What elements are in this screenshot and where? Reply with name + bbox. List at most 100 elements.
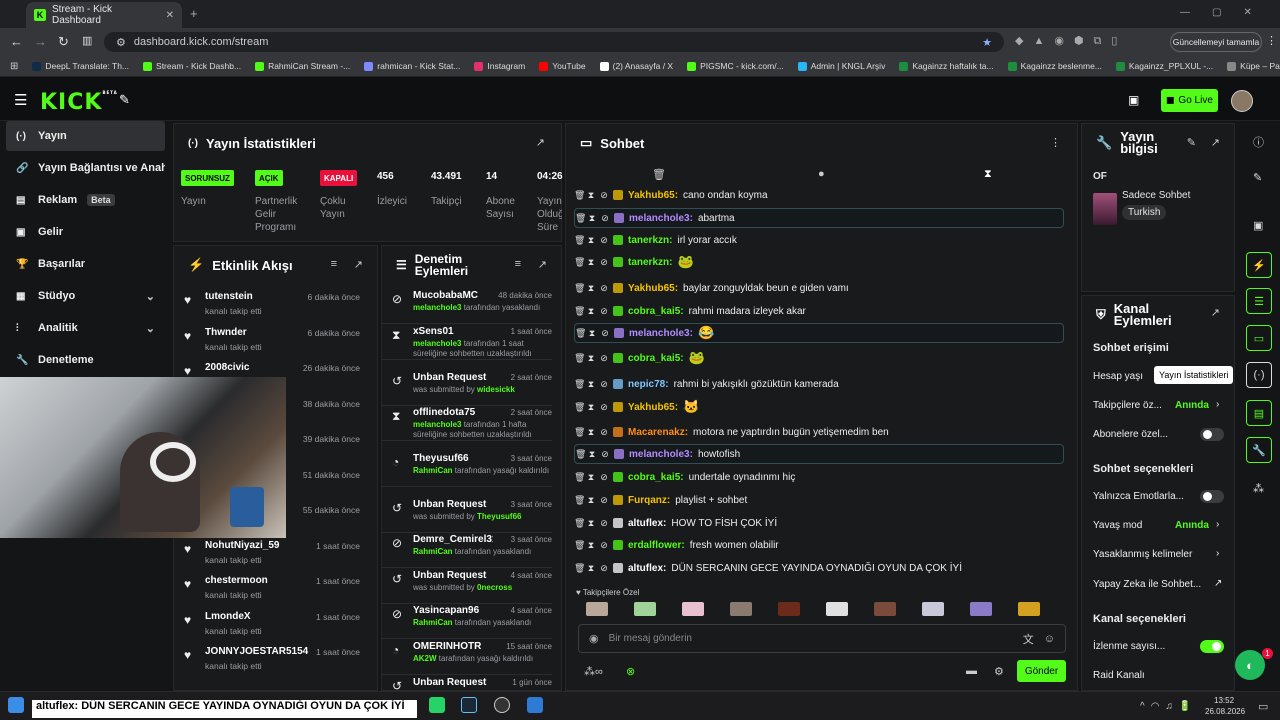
chat-message[interactable]: 🗑 ⧗ ⊘ tanerkzn: 🐸 <box>574 252 1064 272</box>
rail-moderation-button[interactable]: ☰ <box>1246 288 1272 314</box>
activity-username[interactable]: chestermoon <box>205 575 268 586</box>
followers-only-setting[interactable]: Takipçilere öz... <box>1093 400 1162 411</box>
timeout-icon[interactable]: ⧗ <box>587 541 595 550</box>
timeout-icon[interactable]: ⧗ <box>587 428 595 437</box>
delete-icon[interactable]: 🗑 <box>575 329 586 338</box>
browser-tab[interactable]: K Stream - Kick Dashboard ✕ <box>26 2 182 28</box>
bookmark-item[interactable]: YouTube <box>539 61 586 71</box>
delete-icon[interactable]: 🗑 <box>574 541 585 550</box>
delete-icon[interactable]: 🗑 <box>574 473 585 482</box>
ban-icon[interactable]: ⊘ <box>601 329 609 338</box>
chat-username[interactable]: melancholе3: <box>629 449 693 460</box>
activity-username[interactable]: LmondeX <box>205 611 251 622</box>
chat-username[interactable]: tanerkzn: <box>628 257 672 268</box>
subscribers-only-toggle[interactable] <box>1200 428 1224 441</box>
ban-icon[interactable]: ⊘ <box>600 307 608 316</box>
delete-icon[interactable]: 🗑 <box>574 428 585 437</box>
timeout-icon[interactable]: ⧗ <box>588 450 596 459</box>
followers-only-value[interactable]: Anında <box>1175 400 1209 411</box>
mod-target[interactable]: offlinedota75 <box>413 407 493 418</box>
popout-icon[interactable]: ↗ <box>1211 306 1220 319</box>
activity-username[interactable]: 2008civic <box>205 362 250 373</box>
emote-thumbnail[interactable] <box>730 602 752 616</box>
bookmark-item[interactable]: Kagainzz_PPLXUL -... <box>1115 61 1213 71</box>
chat-username[interactable]: cobra_kai5: <box>628 472 684 483</box>
chevron-right-icon[interactable]: › <box>1216 519 1219 530</box>
mod-target[interactable]: Unban Request <box>413 372 493 383</box>
emote-thumbnail[interactable] <box>970 602 992 616</box>
emote-thumbnail[interactable] <box>634 602 656 616</box>
delete-icon[interactable]: 🗑 <box>574 496 585 505</box>
system-tray-icons[interactable]: ^◠♫🔋 <box>1140 701 1197 712</box>
subscribers-only-setting[interactable]: Abonelere özel... <box>1093 429 1168 440</box>
bookmark-item[interactable]: Stream - Kick Dashb... <box>143 61 241 71</box>
reload-icon[interactable]: ↻ <box>58 34 69 50</box>
category-name[interactable]: Sadece Sohbet <box>1122 190 1190 201</box>
emote-thumbnail[interactable] <box>1018 602 1040 616</box>
chat-message[interactable]: 🗑 ⧗ ⊘ cobra_kai5: 🐸 <box>574 348 1064 368</box>
chat-username[interactable]: Yakhub65: <box>628 190 678 201</box>
chat-message[interactable]: 🗑 ⧗ ⊘ cobra_kai5: undertale oynadınmı hiç <box>574 467 1064 487</box>
chat-username[interactable]: melancholе3: <box>629 213 693 224</box>
bookmark-item[interactable]: Küpe – Page 2 <box>1227 61 1280 71</box>
ban-icon[interactable]: ⊘ <box>600 519 608 528</box>
ban-icon[interactable]: ⊘ <box>600 258 608 267</box>
mod-actor[interactable]: melancholе3 <box>413 303 461 312</box>
chat-message[interactable]: 🗑 ⧗ ⊘ nepic78: rahmi bi yakışıklı gözüktün k… <box>574 374 1064 394</box>
video-icon[interactable]: ▣ <box>1253 219 1263 232</box>
sidebar-toggle-icon[interactable]: ▥ <box>82 34 92 47</box>
apps-grid-icon[interactable]: ⊞ <box>10 61 18 72</box>
bookmark-item[interactable]: Instagram <box>474 61 525 71</box>
activity-username[interactable]: JONNYJOESTAR5154 <box>205 646 308 657</box>
chat-username[interactable]: melancholе3: <box>629 328 693 339</box>
address-bar[interactable]: ⚙ dashboard.kick.com/stream ★ <box>104 32 1004 52</box>
ban-icon[interactable]: ⊘ <box>600 403 608 412</box>
send-button[interactable]: Gönder <box>1017 660 1066 682</box>
ban-icon[interactable]: ⊘ <box>600 496 608 505</box>
chat-message[interactable]: 🗑 ⧗ ⊘ altuflex: DÜN SERCANIN GECE YAYINDA OY… <box>574 558 1064 578</box>
extensions-icons[interactable]: ◆▲◉⬢⧉▯ <box>1015 34 1127 48</box>
chat-username[interactable]: nepic78: <box>628 379 669 390</box>
ban-icon[interactable]: ⊘ <box>600 354 608 363</box>
filter-icon[interactable]: ≡ <box>331 258 337 270</box>
bookmark-item[interactable]: rahmican - Kick Stat... <box>364 61 460 71</box>
menu-dots-icon[interactable]: ⋮ <box>1266 34 1277 47</box>
chat-username[interactable]: altuflex: <box>628 518 666 529</box>
mod-target[interactable]: OMERINHOTR <box>413 641 493 652</box>
translate-icon[interactable]: 文 <box>1023 631 1034 647</box>
banned-words-setting[interactable]: Yasaklanmış kelimeler <box>1093 549 1192 560</box>
trash-filter-icon[interactable]: 🗑 <box>652 168 666 181</box>
timeout-icon[interactable]: ⧗ <box>587 380 595 389</box>
chat-message[interactable]: 🗑 ⧗ ⊘ melancholе3: abartma <box>574 208 1064 228</box>
close-tab-icon[interactable]: ✕ <box>166 10 174 21</box>
delete-icon[interactable]: 🗑 <box>574 236 585 245</box>
chevron-down-icon[interactable]: ⌄ <box>146 322 155 335</box>
emote-thumbnail[interactable] <box>922 602 944 616</box>
slow-mode-setting[interactable]: Yavaş mod <box>1093 520 1142 531</box>
mod-target[interactable]: Demre_Cemirel3131 <box>413 534 493 545</box>
mod-target[interactable]: MucobabaMC <box>413 290 493 301</box>
mod-actor[interactable]: RahmiCan <box>413 618 453 627</box>
settings-gear-icon[interactable]: ⚙ <box>994 665 1004 678</box>
popout-icon[interactable]: ↗ <box>538 258 547 271</box>
timeout-filter-icon[interactable]: ⧗ <box>984 168 992 181</box>
chat-message[interactable]: 🗑 ⧗ ⊘ altuflex: HOW TO FİSH ÇOK İYİ <box>574 513 1064 533</box>
chat-message[interactable]: 🗑 ⧗ ⊘ tanerkzn: irl yorar accık <box>574 230 1064 250</box>
hamburger-menu-icon[interactable]: ☰ <box>14 91 27 109</box>
chat-username[interactable]: Yakhub65: <box>628 283 678 294</box>
bookmark-star-icon[interactable]: ★ <box>982 36 992 49</box>
ban-icon[interactable]: ⊘ <box>600 541 608 550</box>
bookmark-item[interactable]: Kagainzz beslenme... <box>1007 61 1102 71</box>
timeout-icon[interactable]: ⧗ <box>587 473 595 482</box>
info-icon[interactable]: ⓘ <box>1253 134 1264 150</box>
timeout-icon[interactable]: ⧗ <box>587 564 595 573</box>
chat-message[interactable]: 🗑 ⧗ ⊘ erdalflower: fresh women olabilir <box>574 535 1064 555</box>
timeout-icon[interactable]: ⧗ <box>587 284 595 293</box>
chat-username[interactable]: Furqanz: <box>628 495 670 506</box>
mod-target[interactable]: xSens01 <box>413 326 493 337</box>
ban-icon[interactable]: ⊘ <box>600 473 608 482</box>
timeout-icon[interactable]: ⧗ <box>587 519 595 528</box>
pen-icon[interactable]: ✎ <box>1253 171 1262 184</box>
timeout-icon[interactable]: ⧗ <box>587 307 595 316</box>
mod-actor[interactable]: Theyusuf66 <box>477 512 521 521</box>
